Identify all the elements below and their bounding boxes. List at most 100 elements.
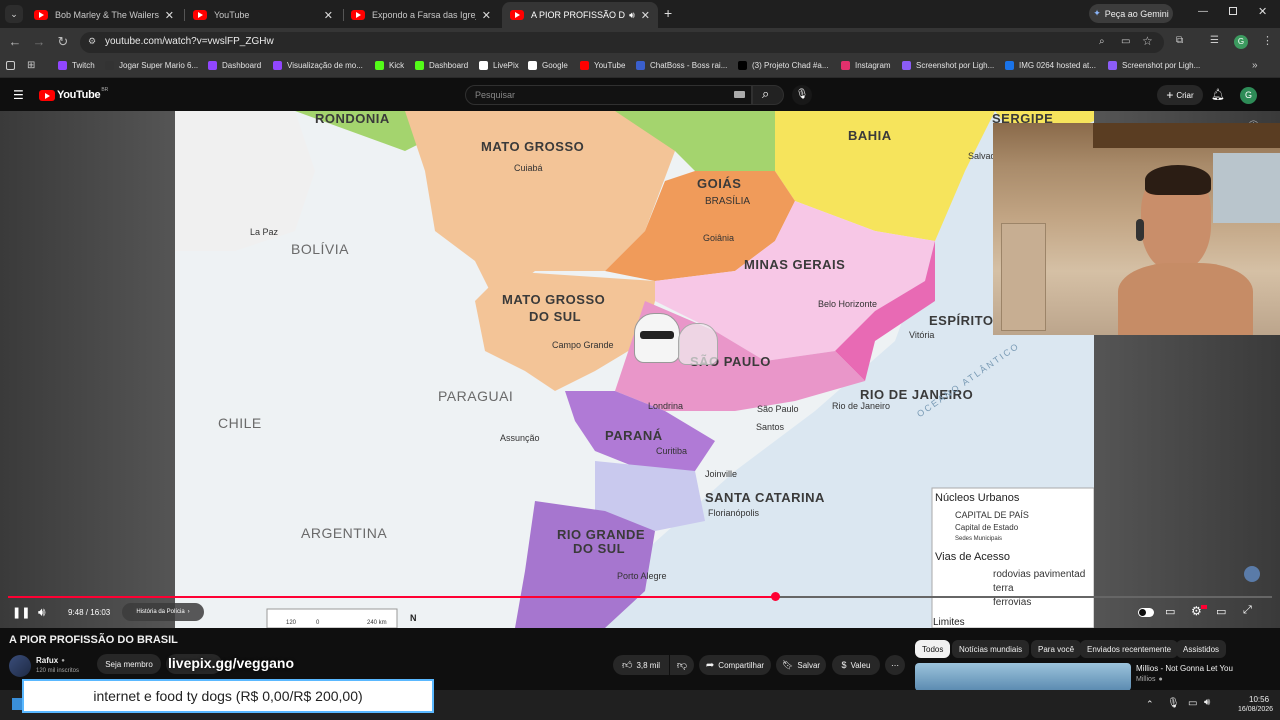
new-tab-button[interactable]: + — [664, 5, 672, 21]
chapter-button[interactable]: História da Polícia › — [122, 603, 204, 621]
bookmark-item[interactable]: LivePix — [479, 61, 519, 70]
browser-menu-icon[interactable]: ⋮ — [1262, 34, 1273, 47]
map-city-label: Goiânia — [703, 233, 735, 243]
north-arrow: N — [410, 613, 417, 623]
close-icon[interactable]: ✕ — [324, 9, 333, 22]
youtube-logo[interactable]: YouTube BR — [39, 87, 108, 101]
minimize-button[interactable]: — — [1198, 6, 1208, 17]
reload-button[interactable]: ↻ — [54, 33, 72, 51]
gemini-button[interactable]: ✦ Peça ao Gemini — [1089, 4, 1173, 23]
map-state-label: MINAS GERAIS — [744, 257, 846, 272]
bookmark-item[interactable]: YouTube — [580, 61, 625, 70]
clock-time[interactable]: 10:56 — [1249, 695, 1269, 704]
more-bookmarks-icon[interactable]: » — [1252, 60, 1258, 71]
bookmark-item[interactable]: Instagram — [841, 61, 891, 70]
autoplay-toggle[interactable] — [1138, 608, 1154, 617]
bookmark-item[interactable]: Google — [528, 61, 568, 70]
map-state-label: SANTA CATARINA — [705, 490, 825, 505]
keyboard-icon[interactable] — [734, 91, 745, 98]
bookmark-item[interactable]: Kick — [375, 61, 404, 70]
map-state-label: MATO GROSSO — [481, 139, 585, 154]
bookmark-item[interactable]: (3) Projeto Chad #a... — [738, 61, 828, 70]
reading-list-icon[interactable]: ☰ — [1210, 35, 1219, 46]
share-button[interactable]: ➦ Compartilhar — [699, 655, 771, 675]
bookmark-item[interactable]: Dashboard — [415, 61, 468, 70]
close-window-button[interactable]: ✕ — [1258, 5, 1267, 18]
tab-expondo[interactable]: Expondo a Farsa das Igrejas Ev ✕ — [343, 2, 499, 28]
profile-avatar[interactable]: G — [1234, 35, 1248, 49]
bookmark-item[interactable]: Dashboard — [208, 61, 261, 70]
hamburger-menu-icon[interactable]: ☰ — [13, 88, 24, 102]
notifications-bell-icon[interactable]: 🔔︎ — [1211, 88, 1225, 101]
bookmark-item[interactable]: IMG 0264 hosted at... — [1005, 61, 1096, 70]
bookmark-favicon-icon — [902, 61, 911, 70]
dislike-button[interactable]: 👎︎ — [670, 655, 694, 675]
volume-button[interactable]: 🔊︎ — [38, 605, 46, 620]
bookmark-star-icon[interactable]: ☆ — [1142, 34, 1153, 48]
bookmark-item[interactable]: Screenshot por Ligh... — [1108, 61, 1200, 70]
recommendation-title[interactable]: Millios - Not Gonna Let You — [1136, 664, 1233, 673]
filter-chip[interactable]: Para você — [1031, 640, 1082, 658]
save-button[interactable]: 🔖︎ Salvar — [776, 655, 826, 675]
channel-name[interactable]: Rafux ● — [36, 656, 65, 665]
tray-chevron-icon[interactable]: ⌃ — [1146, 699, 1154, 710]
subtitles-icon[interactable]: ▭ — [1165, 605, 1175, 618]
legend-capital-pais: CAPITAL DE PAÍS — [955, 510, 1029, 520]
extensions-icon[interactable]: ⧉ — [1176, 35, 1183, 46]
filter-chip[interactable]: Todos — [915, 640, 951, 658]
back-button[interactable]: ← — [6, 33, 24, 51]
bookmark-favicon-icon — [738, 61, 747, 70]
join-button[interactable]: Seja membro — [97, 654, 161, 674]
bookmark-item[interactable]: Twitch — [58, 61, 95, 70]
network-icon[interactable]: ▭ — [1188, 698, 1197, 709]
account-avatar[interactable]: G — [1240, 87, 1257, 104]
cast-icon[interactable]: ▭ — [1121, 36, 1130, 47]
apps-icon[interactable] — [6, 61, 15, 70]
channel-avatar[interactable] — [9, 655, 31, 677]
tab-search-button[interactable]: ⌄ — [5, 5, 23, 23]
bookmark-label: IMG 0264 hosted at... — [1019, 61, 1096, 70]
tab-a-pior-profissao[interactable]: A PIOR PROFISSÃO DO BRAS 🔊︎ ✕ — [502, 2, 658, 28]
map-country-label: CHILE — [218, 415, 262, 431]
pause-button[interactable]: ❚❚ — [12, 606, 30, 619]
create-button[interactable]: + Criar — [1157, 85, 1203, 105]
site-info-icon[interactable]: ⚙ — [88, 36, 96, 47]
filter-chip[interactable]: Assistidos — [1176, 640, 1227, 658]
theater-mode-icon[interactable]: ▭ — [1216, 605, 1226, 618]
share-label: Compartilhar — [718, 660, 765, 670]
forward-button[interactable]: → — [30, 33, 48, 51]
tab-groups-icon[interactable]: ⊞ — [27, 60, 35, 71]
volume-tray-icon[interactable]: 🔊︎ — [1204, 697, 1210, 708]
zoom-icon[interactable]: ⌕ — [1099, 36, 1105, 47]
fullscreen-icon[interactable]: ⤢ — [1243, 604, 1252, 617]
bookmark-item[interactable]: Jogar Super Mario 6... — [105, 61, 198, 70]
bookmark-item[interactable]: Visualização de mo... — [273, 61, 363, 70]
more-actions-button[interactable]: ⋯ — [885, 655, 905, 675]
recommendation-thumbnail[interactable] — [915, 663, 1131, 691]
thanks-button[interactable]: $ Valeu — [832, 655, 880, 675]
bookmark-item[interactable]: ChatBoss - Boss rai... — [636, 61, 727, 70]
recommendation-channel-text: Millios — [1136, 676, 1156, 683]
close-icon[interactable]: ✕ — [482, 9, 491, 22]
close-icon[interactable]: ✕ — [641, 9, 650, 22]
clock-date[interactable]: 16/08/2026 — [1238, 706, 1273, 713]
voice-search-button[interactable]: 🎙︎ — [792, 85, 812, 105]
legend-title-vias: Vias de Acesso — [935, 551, 1011, 563]
speaker-icon[interactable]: 🔊︎ — [629, 10, 635, 21]
tab-title: A PIOR PROFISSÃO DO BRAS — [531, 10, 626, 20]
bookmark-label: Dashboard — [429, 61, 469, 70]
tab-bob-marley[interactable]: Bob Marley & The Wailers - Exo ✕ — [26, 2, 182, 28]
maximize-button[interactable] — [1229, 7, 1237, 15]
bookmark-item[interactable]: Screenshot por Ligh... — [902, 61, 994, 70]
close-icon[interactable]: ✕ — [165, 9, 174, 22]
filter-chip[interactable]: Notícias mundiais — [952, 640, 1030, 658]
webcam-headphones — [1136, 219, 1144, 241]
filter-chip[interactable]: Enviados recentemente — [1080, 640, 1179, 658]
like-button[interactable]: 👍︎ 3,8 mil — [613, 655, 669, 675]
legend-terra: terra — [993, 583, 1014, 594]
url-text: youtube.com/watch?v=vwslFP_ZGHw — [105, 36, 274, 47]
tab-youtube[interactable]: YouTube ✕ — [185, 2, 341, 28]
bookmark-favicon-icon — [105, 61, 114, 70]
microphone-icon[interactable]: 🎙︎ — [1167, 698, 1180, 709]
browser-tab-strip: ⌄ Bob Marley & The Wailers - Exo ✕ YouTu… — [0, 0, 1280, 28]
